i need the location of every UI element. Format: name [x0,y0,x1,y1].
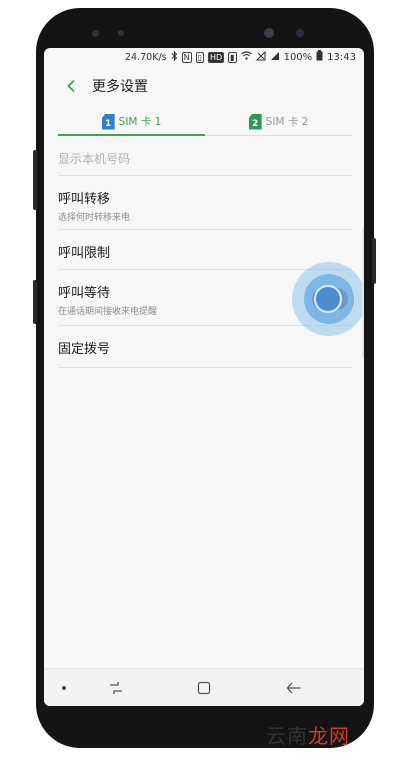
signal-icon [270,51,280,64]
power-button [372,238,376,284]
wifi-icon [240,51,252,63]
setting-fixed-dialing-title: 固定拨号 [58,342,111,357]
bixby-button [33,280,37,324]
nfc-icon: N [181,51,192,63]
bluetooth-icon [171,50,178,64]
site-watermark: 云南龙网 [266,724,350,748]
sim-tabs: 1 SIM 卡 1 2 SIM 卡 2 [58,108,352,136]
setting-show-number[interactable]: 显示本机号码 [58,144,352,176]
no-signal-icon [255,50,266,64]
setting-call-forwarding-title: 呼叫转移 [58,192,111,207]
setting-call-forwarding[interactable]: 呼叫转移 选择何时转移来电 [58,176,352,230]
call-waiting-toggle-knob[interactable] [314,285,342,313]
battery-icon [316,50,323,64]
tab-sim-1[interactable]: 1 SIM 卡 1 [58,108,205,136]
setting-call-barring[interactable]: 呼叫限制 [58,230,352,270]
sim-icon: ▮ [228,51,237,63]
back-icon[interactable] [282,677,306,699]
app-header: 更多设置 [44,68,364,104]
network-speed: 24.70K/s [125,51,167,63]
chevron-left-icon[interactable] [56,71,86,101]
vibrate-icon: ▯ [195,51,204,63]
home-icon[interactable] [192,677,216,699]
recent-apps-icon[interactable] [104,677,128,699]
page-title: 更多设置 [92,79,148,95]
scrollbar[interactable] [362,228,364,358]
phone-screen: 24.70K/s N ▯ HD ▮ 100% 13:43 更多设置 1 SIM … [44,48,364,706]
setting-call-forwarding-subtitle: 选择何时转移来电 [58,213,131,223]
front-sensors [0,24,400,44]
hd-icon: HD [207,51,225,63]
status-bar: 24.70K/s N ▯ HD ▮ 100% 13:43 [44,48,364,66]
tab-sim-2-label: SIM 卡 2 [265,116,309,128]
dot-icon[interactable] [52,677,76,699]
setting-fixed-dialing[interactable]: 固定拨号 [58,326,352,368]
battery-percent: 100% [283,51,313,63]
setting-call-barring-title: 呼叫限制 [58,246,111,261]
tab-sim-2[interactable]: 2 SIM 卡 2 [205,108,352,135]
sim-2-icon: 2 [248,113,262,130]
tab-sim-1-label: SIM 卡 1 [118,116,162,128]
setting-show-number-title: 显示本机号码 [58,152,131,166]
clock: 13:43 [327,51,356,63]
sim-1-icon: 1 [101,113,115,130]
navigation-bar [44,668,364,706]
volume-button [33,150,37,210]
